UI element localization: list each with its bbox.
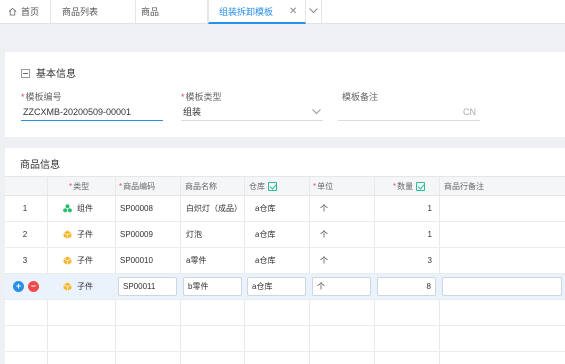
chevron-down-icon [309, 8, 318, 14]
row-type[interactable]: 子件 [63, 274, 113, 299]
template-code-field: *模板编号 ZZCXMB-20200509-00001 [21, 91, 163, 121]
tab-home[interactable]: 首页 [0, 0, 51, 24]
remove-row-icon[interactable]: − [28, 281, 39, 292]
child-part-icon [63, 256, 72, 266]
row-unit: 个 [320, 204, 328, 213]
row-type: 子件 [63, 222, 113, 247]
template-type-value: 组装 [183, 107, 202, 117]
row-type: 组件 [63, 196, 113, 221]
template-type-label: *模板类型 [181, 92, 222, 102]
row-note [445, 248, 555, 273]
basic-info-panel: 基本信息 *模板编号 ZZCXMB-20200509-00001 *模板类型 组… [5, 52, 565, 137]
col-header-qty: *数量 [393, 177, 426, 196]
tab-label: 商品 [141, 7, 160, 17]
tab-product-list[interactable]: 商品列表 [51, 0, 136, 24]
close-icon[interactable]: ✕ [289, 0, 297, 24]
row-note [445, 196, 555, 221]
table-row[interactable]: 1 组件 SP00008 白炽灯（成品） a仓库 个 1 [5, 196, 565, 222]
product-grid: *类型 *商品编码 商品名称 仓库 *单位 *数量 商品行备注 1 组件 SP0… [5, 176, 565, 364]
row-index: 2 [22, 230, 28, 239]
row-warehouse: a仓库 [255, 256, 276, 265]
row-name: a零件 [186, 256, 207, 265]
checkbox-checked-icon[interactable] [268, 182, 277, 191]
row-code-input[interactable]: SP00011 [118, 277, 177, 296]
child-part-icon [63, 230, 72, 240]
collapse-icon[interactable] [21, 69, 30, 78]
row-qty: 1 [427, 230, 432, 239]
col-header-type: *类型 [69, 182, 90, 191]
row-name: 白炽灯（成品） [186, 204, 242, 213]
col-header-note: 商品行备注 [444, 182, 484, 191]
template-type-field: *模板类型 组装 [181, 91, 323, 121]
row-code: SP00008 [120, 204, 153, 213]
row-qty: 1 [427, 204, 432, 213]
child-part-icon [63, 282, 72, 292]
row-note [445, 222, 555, 247]
row-warehouse-input[interactable]: a仓库 [247, 277, 306, 296]
row-unit-input[interactable]: 个 [312, 277, 371, 296]
row-unit: 个 [320, 256, 328, 265]
tab-label: 商品列表 [62, 7, 99, 17]
tab-more-button[interactable] [306, 0, 322, 24]
template-note-input[interactable]: CN [338, 105, 480, 121]
add-row-icon[interactable]: + [13, 281, 24, 292]
tab-label: 组装拆卸模板 [219, 7, 274, 17]
basic-info-title: 基本信息 [36, 69, 76, 80]
row-warehouse: a仓库 [255, 204, 276, 213]
tab-product[interactable]: 商品 [136, 0, 208, 24]
row-code: SP00009 [120, 230, 153, 239]
col-header-name: 商品名称 [185, 182, 217, 191]
row-name-input[interactable]: b零件 [183, 277, 242, 296]
row-index: 3 [22, 256, 28, 265]
col-header-code: *商品编码 [119, 182, 156, 191]
row-type: 子件 [63, 248, 113, 273]
row-unit: 个 [320, 230, 328, 239]
table-row-editing[interactable]: + − 子件 SP00011 b零件 a仓库 个 8 [5, 274, 565, 300]
template-code-label: *模板编号 [21, 92, 62, 102]
component-icon [63, 204, 72, 213]
table-row[interactable]: 2 子件 SP00009 灯泡 a仓库 个 1 [5, 222, 565, 248]
row-qty-input[interactable]: 8 [377, 277, 436, 296]
table-row-empty [5, 300, 565, 326]
col-header-warehouse: 仓库 [249, 177, 277, 196]
language-suffix: CN [463, 107, 476, 117]
grid-header: *类型 *商品编码 商品名称 仓库 *单位 *数量 商品行备注 [5, 176, 565, 196]
template-code-input[interactable]: ZZCXMB-20200509-00001 [21, 105, 163, 121]
row-name: 灯泡 [186, 230, 202, 239]
row-note-input[interactable] [442, 277, 562, 296]
col-header-unit: *单位 [313, 182, 334, 191]
row-warehouse: a仓库 [255, 230, 276, 239]
checkbox-checked-icon[interactable] [416, 182, 426, 191]
product-info-panel: 商品信息 *类型 *商品编码 商品名称 仓库 *单位 *数量 商品行备注 1 组… [5, 148, 565, 364]
row-index: 1 [22, 204, 28, 213]
basic-info-header[interactable]: 基本信息 [21, 65, 76, 80]
template-type-select[interactable]: 组装 [181, 105, 323, 121]
template-note-label: 模板备注 [342, 92, 379, 102]
tab-bar: 首页 商品列表 商品 组装拆卸模板 ✕ [0, 0, 565, 24]
table-row-empty [5, 326, 565, 352]
table-row[interactable]: 3 子件 SP00010 a零件 a仓库 个 3 [5, 248, 565, 274]
tab-assembly-template[interactable]: 组装拆卸模板 ✕ [208, 0, 306, 24]
chevron-down-icon [312, 109, 321, 115]
home-icon [8, 1, 17, 25]
product-info-title: 商品信息 [20, 160, 60, 171]
row-code: SP00010 [120, 256, 153, 265]
tab-home-label: 首页 [21, 7, 40, 17]
row-qty: 3 [427, 256, 432, 265]
template-note-field: 模板备注 CN [338, 91, 480, 121]
